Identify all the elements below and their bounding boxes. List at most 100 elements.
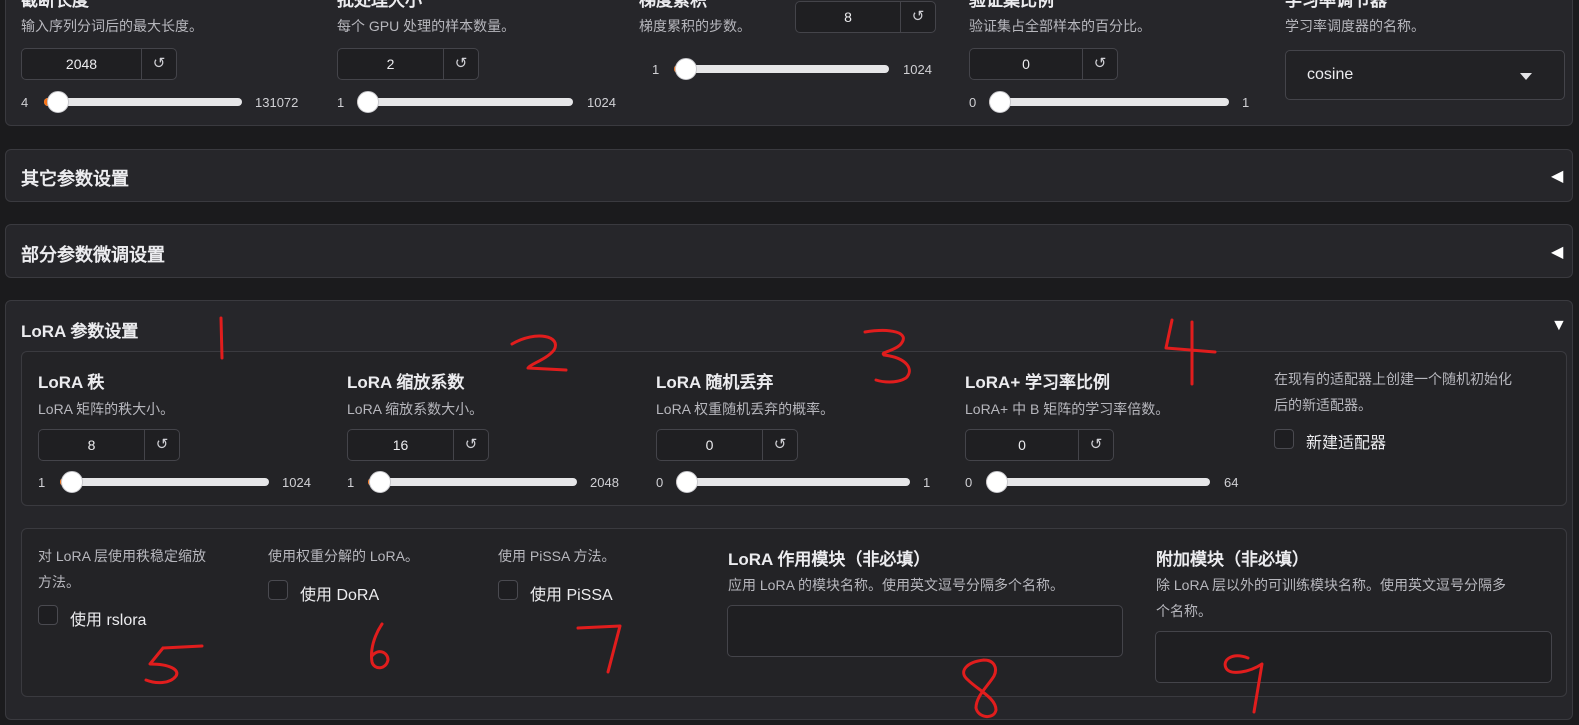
- lora-rank-title: LoRA 秩: [38, 373, 105, 392]
- lora-target-desc: 应用 LoRA 的模块名称。使用英文逗号分隔多个名称。: [728, 577, 1065, 593]
- rslora-checkbox[interactable]: [38, 605, 58, 625]
- accordion-lora-label[interactable]: LoRA 参数设置: [21, 317, 138, 342]
- lora-alpha-title: LoRA 缩放系数: [347, 373, 465, 392]
- lora-target-title: LoRA 作用模块（非必填）: [728, 550, 931, 569]
- grad-accum-slider[interactable]: [674, 58, 889, 80]
- dora-label[interactable]: 使用 DoRA: [300, 581, 379, 605]
- additional-target-desc-1: 除 LoRA 层以外的可训练模块名称。使用英文逗号分隔多: [1156, 577, 1507, 593]
- accordion-other[interactable]: [5, 149, 1573, 202]
- expand-arrow-icon[interactable]: ▼: [1551, 317, 1567, 335]
- lora-plus-value[interactable]: 0: [966, 430, 1079, 460]
- val-size-input[interactable]: 0 ↺: [969, 48, 1118, 80]
- grad-accum-title: 梯度累积: [639, 0, 707, 10]
- reset-icon[interactable]: ↺: [901, 2, 935, 32]
- slider-thumb[interactable]: [989, 91, 1011, 113]
- cutoff-len-min: 4: [21, 95, 29, 110]
- dora-checkbox[interactable]: [268, 580, 288, 600]
- accordion-freeze-label[interactable]: 部分参数微调设置: [21, 241, 165, 267]
- accordion-other-label[interactable]: 其它参数设置: [21, 165, 129, 191]
- collapse-arrow-icon[interactable]: ◀: [1551, 242, 1563, 262]
- cutoff-len-title: 截断长度: [21, 0, 89, 10]
- chevron-down-icon: [1520, 73, 1532, 80]
- reset-icon[interactable]: ↺: [1079, 430, 1113, 460]
- lora-dropout-input[interactable]: 0 ↺: [656, 429, 798, 461]
- lora-rank-value[interactable]: 8: [39, 430, 145, 460]
- lora-rank-desc: LoRA 矩阵的秩大小。: [38, 401, 175, 417]
- lora-rank-input[interactable]: 8 ↺: [38, 429, 180, 461]
- lora-alpha-input[interactable]: 16 ↺: [347, 429, 489, 461]
- additional-target-input[interactable]: [1155, 631, 1552, 683]
- batch-size-slider[interactable]: [357, 91, 573, 113]
- lora-alpha-max: 2048: [590, 475, 619, 490]
- lora-dropout-slider[interactable]: [676, 471, 910, 493]
- cutoff-len-desc: 输入序列分词后的最大长度。: [21, 18, 203, 34]
- lora-rank-min: 1: [38, 475, 46, 490]
- lr-scheduler-select[interactable]: cosine: [1285, 50, 1565, 100]
- cutoff-len-input[interactable]: 2048 ↺: [21, 48, 177, 80]
- reset-icon[interactable]: ↺: [454, 430, 488, 460]
- batch-size-title: 批处理大小: [337, 0, 422, 10]
- pissa-checkbox[interactable]: [498, 580, 518, 600]
- lora-rank-max: 1024: [282, 475, 311, 490]
- val-size-desc: 验证集占全部样本的百分比。: [969, 18, 1151, 34]
- lora-alpha-slider[interactable]: [368, 471, 577, 493]
- val-size-min: 0: [969, 95, 977, 110]
- grad-accum-desc: 梯度累积的步数。: [639, 18, 751, 34]
- batch-size-value[interactable]: 2: [338, 49, 444, 79]
- val-size-max: 1: [1242, 95, 1250, 110]
- lora-dropout-value[interactable]: 0: [657, 430, 763, 460]
- pissa-label[interactable]: 使用 PiSSA: [530, 581, 613, 605]
- cutoff-len-value[interactable]: 2048: [22, 49, 142, 79]
- val-size-value[interactable]: 0: [970, 49, 1083, 79]
- lora-plus-max: 64: [1224, 475, 1239, 490]
- accordion-freeze[interactable]: [5, 224, 1573, 278]
- reset-icon[interactable]: ↺: [142, 49, 176, 79]
- batch-size-input[interactable]: 2 ↺: [337, 48, 479, 80]
- lora-dropout-max: 1: [923, 475, 931, 490]
- reset-icon[interactable]: ↺: [444, 49, 478, 79]
- dora-desc: 使用权重分解的 LoRA。: [268, 548, 419, 564]
- slider-thumb[interactable]: [676, 471, 698, 493]
- grad-accum-input[interactable]: 8 ↺: [795, 1, 936, 33]
- batch-size-desc: 每个 GPU 处理的样本数量。: [337, 18, 516, 34]
- grad-accum-min: 1: [652, 62, 660, 77]
- reset-icon[interactable]: ↺: [1083, 49, 1117, 79]
- lora-plus-input[interactable]: 0 ↺: [965, 429, 1114, 461]
- additional-target-desc-2: 个名称。: [1156, 603, 1212, 619]
- lora-dropout-min: 0: [656, 475, 664, 490]
- batch-size-max: 1024: [587, 95, 616, 110]
- create-new-desc-1: 在现有的适配器上创建一个随机初始化: [1274, 371, 1512, 387]
- lora-alpha-min: 1: [347, 475, 355, 490]
- lora-dropout-desc: LoRA 权重随机丢弃的概率。: [656, 401, 835, 417]
- slider-thumb[interactable]: [46, 91, 69, 113]
- reset-icon[interactable]: ↺: [145, 430, 179, 460]
- reset-icon[interactable]: ↺: [763, 430, 797, 460]
- lora-target-input[interactable]: [727, 605, 1123, 657]
- create-new-checkbox[interactable]: [1274, 429, 1294, 449]
- batch-size-min: 1: [337, 95, 345, 110]
- lora-alpha-desc: LoRA 缩放系数大小。: [347, 401, 484, 417]
- grad-accum-value[interactable]: 8: [796, 2, 901, 32]
- slider-thumb[interactable]: [986, 471, 1008, 493]
- lora-plus-slider[interactable]: [986, 471, 1210, 493]
- lr-scheduler-desc: 学习率调度器的名称。: [1285, 18, 1425, 34]
- lora-plus-desc: LoRA+ 中 B 矩阵的学习率倍数。: [965, 401, 1170, 417]
- lora-rank-slider[interactable]: [60, 471, 269, 493]
- lora-plus-min: 0: [965, 475, 973, 490]
- lora-plus-title: LoRA+ 学习率比例: [965, 373, 1110, 392]
- val-size-title: 验证集比例: [969, 0, 1054, 10]
- collapse-arrow-icon[interactable]: ◀: [1551, 166, 1563, 186]
- create-new-label[interactable]: 新建适配器: [1306, 429, 1386, 453]
- lr-scheduler-title: 学习率调节器: [1285, 0, 1387, 10]
- grad-accum-max: 1024: [903, 62, 932, 77]
- pissa-desc: 使用 PiSSA 方法。: [498, 548, 616, 564]
- lora-dropout-title: LoRA 随机丢弃: [656, 373, 774, 392]
- cutoff-len-slider[interactable]: [44, 91, 242, 113]
- rslora-label[interactable]: 使用 rslora: [70, 606, 146, 630]
- val-size-slider[interactable]: [989, 91, 1229, 113]
- lora-alpha-value[interactable]: 16: [348, 430, 454, 460]
- create-new-desc-2: 后的新适配器。: [1274, 397, 1372, 413]
- additional-target-title: 附加模块（非必填）: [1156, 550, 1309, 569]
- cutoff-len-max: 131072: [255, 95, 299, 110]
- rslora-desc-2: 方法。: [38, 574, 80, 590]
